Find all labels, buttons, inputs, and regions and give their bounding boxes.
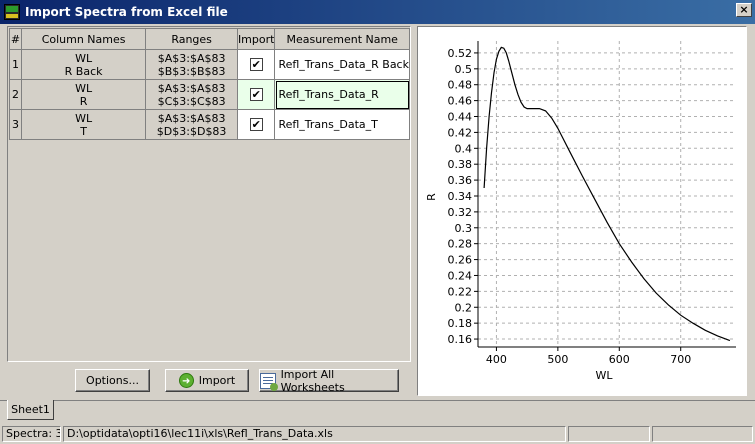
window-title: Import Spectra from Excel file xyxy=(25,5,228,19)
spectra-grid: # Column Names Ranges Import Measurement… xyxy=(9,28,410,140)
measurement-name-cell[interactable]: Refl_Trans_Data_R xyxy=(274,79,410,110)
import-checkbox[interactable]: ✔ xyxy=(249,58,263,71)
options-button-label: Options... xyxy=(86,374,139,387)
x-tick-label: 600 xyxy=(609,353,630,366)
y-tick-label: 0.34 xyxy=(448,190,473,203)
title-bar: Import Spectra from Excel file × xyxy=(0,0,755,24)
tab-label: Sheet1 xyxy=(11,403,50,416)
range-x: $A$3:$A$83 xyxy=(157,111,226,125)
table-row[interactable]: 1 WL R Back $A$3:$A$83 $B$3:$B$83 ✔ Refl… xyxy=(9,49,410,80)
chart-grid xyxy=(478,41,736,347)
y-tick-label: 0.44 xyxy=(448,111,473,124)
y-tick-label: 0.28 xyxy=(448,238,473,251)
y-tick-label: 0.2 xyxy=(455,301,473,314)
measurement-name-cell[interactable]: Refl_Trans_Data_T xyxy=(274,109,410,140)
range-y: $D$3:$D$83 xyxy=(156,124,227,138)
y-tick-label: 0.24 xyxy=(448,269,473,282)
column-names-cell[interactable]: WL R xyxy=(20,79,147,110)
grid-header-row: # Column Names Ranges Import Measurement… xyxy=(9,28,410,50)
header-column-names[interactable]: Column Names xyxy=(20,28,147,50)
y-tick-label: 0.3 xyxy=(455,222,473,235)
range-y: $B$3:$B$83 xyxy=(157,64,226,78)
status-panel-empty-2 xyxy=(652,426,753,442)
y-tick-label: 0.18 xyxy=(448,317,473,330)
x-axis-label: WL xyxy=(595,369,613,382)
row-number: 2 xyxy=(9,79,22,110)
worksheet-icon xyxy=(260,372,278,391)
column-name-x: WL xyxy=(75,111,93,125)
y-tick-label: 0.5 xyxy=(455,63,473,76)
x-tick-label: 500 xyxy=(547,353,568,366)
y-tick-label: 0.38 xyxy=(448,158,473,171)
y-tick-label: 0.16 xyxy=(448,333,473,346)
ranges-cell[interactable]: $A$3:$A$83 $D$3:$D$83 xyxy=(145,109,238,140)
import-button-label: Import xyxy=(198,374,236,387)
y-tick-label: 0.52 xyxy=(448,47,473,60)
chart-series xyxy=(483,46,731,342)
y-tick-label: 0.32 xyxy=(448,206,473,219)
range-x: $A$3:$A$83 xyxy=(157,81,226,95)
status-panel-empty-1 xyxy=(568,426,650,442)
import-checkbox[interactable]: ✔ xyxy=(249,118,263,131)
range-x: $A$3:$A$83 xyxy=(157,51,226,65)
column-names-cell[interactable]: WL R Back xyxy=(20,49,147,80)
column-name-y: T xyxy=(80,124,87,138)
y-tick-label: 0.46 xyxy=(448,95,473,108)
row-number: 3 xyxy=(9,109,22,140)
import-button[interactable]: ➜ Import xyxy=(165,369,249,392)
y-tick-label: 0.36 xyxy=(448,174,473,187)
y-tick-label: 0.48 xyxy=(448,79,473,92)
import-cell: ✔ xyxy=(236,49,276,80)
status-file-path: D:\optidata\opti16\lec11i\xls\Refl_Trans… xyxy=(63,426,566,442)
measurement-name-cell[interactable]: Refl_Trans_Data_R Back xyxy=(274,49,410,80)
table-row[interactable]: 3 WL T $A$3:$A$83 $D$3:$D$83 ✔ Refl_Tran… xyxy=(9,109,410,140)
column-name-y: R xyxy=(79,94,88,108)
status-spectra-count: Spectra: 3 xyxy=(2,426,61,442)
go-arrow-icon: ➜ xyxy=(178,373,194,388)
x-tick-label: 400 xyxy=(486,353,507,366)
table-row[interactable]: 2 WL R $A$3:$A$83 $C$3:$C$83 ✔ Refl_Tran… xyxy=(9,79,410,110)
import-all-worksheets-button[interactable]: Import All Worksheets xyxy=(259,367,399,394)
y-tick-label: 0.42 xyxy=(448,126,473,139)
ranges-cell[interactable]: $A$3:$A$83 $C$3:$C$83 xyxy=(145,79,238,110)
spectra-grid-panel: # Column Names Ranges Import Measurement… xyxy=(7,26,411,362)
header-number[interactable]: # xyxy=(9,28,22,50)
y-tick-label: 0.26 xyxy=(448,254,473,267)
sheet-tab-strip: Sheet1 xyxy=(0,400,755,422)
import-cell: ✔ xyxy=(236,109,276,140)
import-all-button-label: Import All Worksheets xyxy=(280,367,345,394)
column-name-x: WL xyxy=(75,81,93,95)
status-bar: Spectra: 3 D:\optidata\opti16\lec11i\xls… xyxy=(0,424,755,444)
import-checkbox[interactable]: ✔ xyxy=(249,88,263,101)
chart-panel: 400 500 600 700 0.16 0.18 0.2 0.22 0.24 0.26 0.28 0… xyxy=(417,26,747,396)
header-import[interactable]: Import xyxy=(236,28,276,50)
chart-axes xyxy=(477,41,736,348)
y-tick-label: 0.22 xyxy=(448,285,473,298)
x-tick-label: 700 xyxy=(670,353,691,366)
row-number: 1 xyxy=(9,49,22,80)
options-button[interactable]: Options... xyxy=(75,369,150,392)
column-name-x: WL xyxy=(75,51,93,65)
range-y: $C$3:$C$83 xyxy=(157,94,226,108)
chart-ticks: 400 500 600 700 0.16 0.18 0.2 0.22 0.24 0.26 0.28 0… xyxy=(448,47,692,366)
y-tick-label: 0.4 xyxy=(455,142,473,155)
ranges-cell[interactable]: $A$3:$A$83 $B$3:$B$83 xyxy=(145,49,238,80)
close-icon[interactable]: × xyxy=(736,3,752,17)
series-line xyxy=(483,46,731,342)
y-axis-label: R xyxy=(425,193,438,201)
header-measurement-name[interactable]: Measurement Name xyxy=(274,28,410,50)
spectrum-chart: 400 500 600 700 0.16 0.18 0.2 0.22 0.24 0.26 0.28 0… xyxy=(425,41,736,382)
import-cell: ✔ xyxy=(236,79,276,110)
app-icon xyxy=(4,4,20,20)
header-ranges[interactable]: Ranges xyxy=(145,28,238,50)
column-names-cell[interactable]: WL T xyxy=(20,109,147,140)
tab-sheet1[interactable]: Sheet1 xyxy=(7,400,54,420)
column-name-y: R Back xyxy=(64,64,103,78)
